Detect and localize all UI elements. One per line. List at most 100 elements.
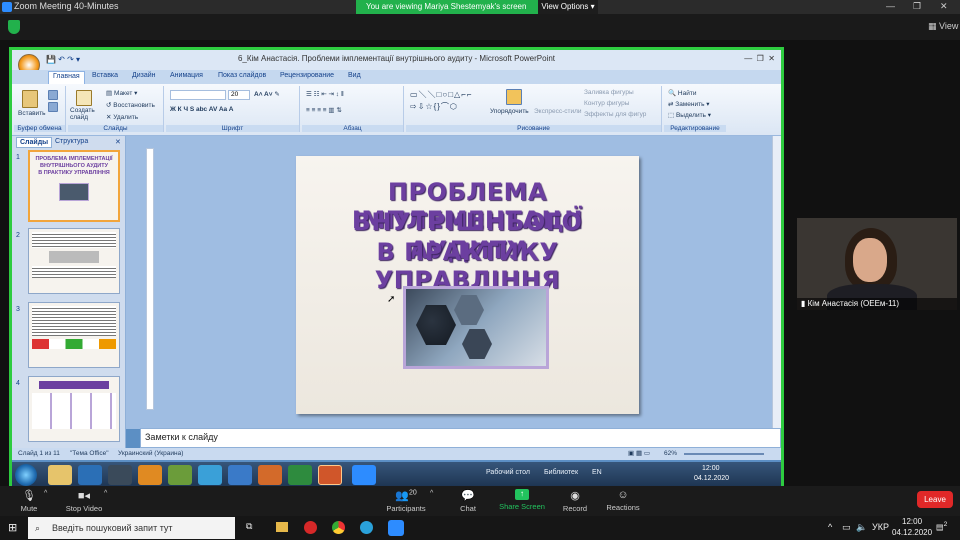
layout-button[interactable]: ▤ Макет ▾	[106, 89, 137, 97]
slide-thumbnail-1[interactable]: ПРОБЛЕМА ІМПЛЕМЕНТАЦІЇ ВНУТРІШНЬОГО АУДИТ…	[28, 150, 120, 222]
zoom-taskbar-icon[interactable]	[352, 465, 376, 485]
tab-insert[interactable]: Вставка	[92, 72, 118, 79]
clock-date[interactable]: 04.12.2020	[892, 528, 932, 537]
tab-view[interactable]: Вид	[348, 72, 361, 79]
paste-label[interactable]: Вставить	[18, 110, 46, 117]
shapes-gallery[interactable]: ▭＼＼□○□△⌐⌐	[410, 89, 473, 100]
zoom-level[interactable]: 62%	[664, 450, 677, 457]
reactions-button[interactable]: ☺ Reactions	[604, 489, 642, 512]
hexagon-icon	[462, 329, 492, 359]
chrome-icon[interactable]	[332, 521, 345, 534]
tab-animation[interactable]: Анимация	[170, 72, 203, 79]
quick-access-toolbar[interactable]: 💾 ↶ ↷ ▾	[46, 55, 80, 64]
notifications-icon[interactable]: ▤2	[936, 521, 947, 532]
thumb-text	[32, 266, 116, 278]
opera-icon[interactable]	[304, 521, 317, 534]
view-button[interactable]: ▦ View	[928, 21, 958, 32]
delete-button[interactable]: ✕ Удалить	[106, 113, 138, 121]
excel-icon[interactable]	[288, 465, 312, 485]
shape-outline-label[interactable]: Контур фигуры	[584, 100, 629, 107]
video-options-icon[interactable]: ^	[104, 490, 107, 497]
slide-thumbnail-2[interactable]	[28, 228, 120, 294]
network-icon[interactable]: ▭	[842, 522, 851, 533]
view-buttons[interactable]: ▣ ▦ ▭	[628, 449, 650, 457]
grow-shrink-font-buttons[interactable]: A˄ A˅ ✎	[254, 90, 280, 98]
vertical-scrollbar[interactable]	[772, 136, 781, 429]
windows-start-orb-icon[interactable]	[15, 464, 37, 486]
close-pane-icon[interactable]: ✕	[112, 137, 124, 147]
file-explorer-icon[interactable]	[276, 522, 288, 532]
new-slide-label[interactable]: Создать слайд	[70, 107, 100, 121]
tab-design[interactable]: Дизайн	[132, 72, 156, 79]
cut-icon[interactable]	[48, 90, 58, 100]
current-slide[interactable]: ПРОБЛЕМА ІМПЛЕМЕНТАЦІЇ ВНУТРІШНЬОГО АУДИ…	[296, 156, 639, 414]
tray-overflow-icon[interactable]: ^	[828, 522, 832, 532]
desktop-toolbar[interactable]: Рабочий стол	[486, 469, 530, 476]
tab-home[interactable]: Главная	[48, 71, 85, 84]
paste-icon[interactable]	[22, 90, 38, 108]
clock-time[interactable]: 12:00	[902, 517, 922, 526]
security-shield-icon[interactable]	[8, 20, 20, 34]
quick-styles-label[interactable]: Экспресс-стили	[534, 108, 582, 115]
globe-icon[interactable]	[228, 465, 252, 485]
explorer-icon[interactable]	[48, 465, 72, 485]
zoom-app-icon[interactable]	[388, 520, 404, 536]
participants-options-icon[interactable]: ^	[430, 490, 433, 497]
align-buttons[interactable]: ≡ ≡ ≡ ≡ ▥ ⇅	[306, 106, 342, 114]
powerpoint-taskbar-icon[interactable]	[318, 465, 342, 485]
shape-fill-label[interactable]: Заливка фигуры	[584, 89, 634, 96]
font-style-buttons[interactable]: Ж К Ч S abc AV Aa A	[170, 106, 233, 113]
minimize-icon[interactable]: —	[886, 1, 895, 11]
tab-review[interactable]: Рецензирование	[280, 72, 334, 79]
language-indicator[interactable]: УКР	[872, 522, 889, 532]
participants-button[interactable]: 👥20 Participants	[386, 489, 426, 513]
chat-button[interactable]: 💬 Chat	[454, 489, 482, 513]
slide-picture[interactable]	[403, 286, 549, 369]
arrange-label[interactable]: Упорядочить	[490, 108, 529, 115]
tab-outline-pane[interactable]: Структура	[52, 137, 91, 146]
close-icon[interactable]: ✕	[940, 1, 948, 12]
list-buttons[interactable]: ☰ ☷ ⇤ ⇥ ↕ ⫴	[306, 90, 344, 99]
windows-start-icon[interactable]: ⊞	[8, 521, 17, 534]
volume-icon[interactable]: 🔈	[856, 522, 867, 533]
word-icon[interactable]	[78, 465, 102, 485]
task-view-icon[interactable]: ⧉	[246, 521, 252, 532]
restore-icon[interactable]: ❐	[913, 1, 921, 12]
tab-slides-pane[interactable]: Слайды	[16, 137, 53, 148]
font-name-combo[interactable]	[170, 90, 226, 100]
stop-video-button[interactable]: ■◂ Stop Video	[64, 489, 104, 513]
arrange-icon[interactable]	[506, 89, 522, 105]
firefox-icon[interactable]	[258, 465, 282, 485]
notes-pane[interactable]: Заметки к слайду	[140, 428, 781, 448]
new-slide-icon[interactable]	[76, 90, 92, 106]
telegram-icon[interactable]	[360, 521, 373, 534]
leave-button[interactable]: Leave	[917, 491, 953, 508]
ppt-window-controls[interactable]: — ❐ ✕	[744, 50, 775, 68]
utorrent-icon[interactable]	[168, 465, 192, 485]
ie-icon[interactable]	[198, 465, 222, 485]
slide-thumbnail-3[interactable]	[28, 302, 120, 368]
media-icon[interactable]	[138, 465, 162, 485]
tab-slideshow[interactable]: Показ слайдов	[218, 72, 266, 79]
library-toolbar[interactable]: Библиотек	[544, 469, 578, 476]
record-button[interactable]: ◉ Record	[560, 489, 590, 513]
slide-thumbnail-4[interactable]	[28, 376, 120, 442]
mute-button[interactable]: 🎙 Mute	[14, 489, 44, 513]
notification-count: 2	[943, 521, 948, 528]
copy-icon[interactable]	[48, 102, 58, 112]
windows-search-box[interactable]: ⌕ Введіть пошуковий запит тут	[28, 517, 235, 539]
share-screen-button[interactable]: ↑ Share Screen	[498, 489, 546, 511]
replace-button[interactable]: ⇄ Заменить ▾	[668, 100, 710, 108]
font-size-combo[interactable]: 20	[228, 90, 250, 100]
zoom-slider[interactable]	[684, 453, 764, 455]
reset-button[interactable]: ↺ Восстановить	[106, 101, 155, 109]
audio-options-icon[interactable]: ^	[44, 490, 47, 497]
shape-effects-label[interactable]: Эффекты для фигур	[584, 111, 646, 118]
participant-video[interactable]	[797, 218, 957, 310]
input-language[interactable]: EN	[592, 469, 602, 476]
media-player-icon[interactable]	[108, 465, 132, 485]
select-button[interactable]: ⬚ Выделить ▾	[668, 111, 711, 119]
view-options-button[interactable]: View Options ▾	[538, 0, 598, 14]
shapes-gallery-row2[interactable]: ⇨⇩☆{}⌒⬡	[410, 101, 458, 112]
find-button[interactable]: 🔍 Найти	[668, 89, 696, 97]
